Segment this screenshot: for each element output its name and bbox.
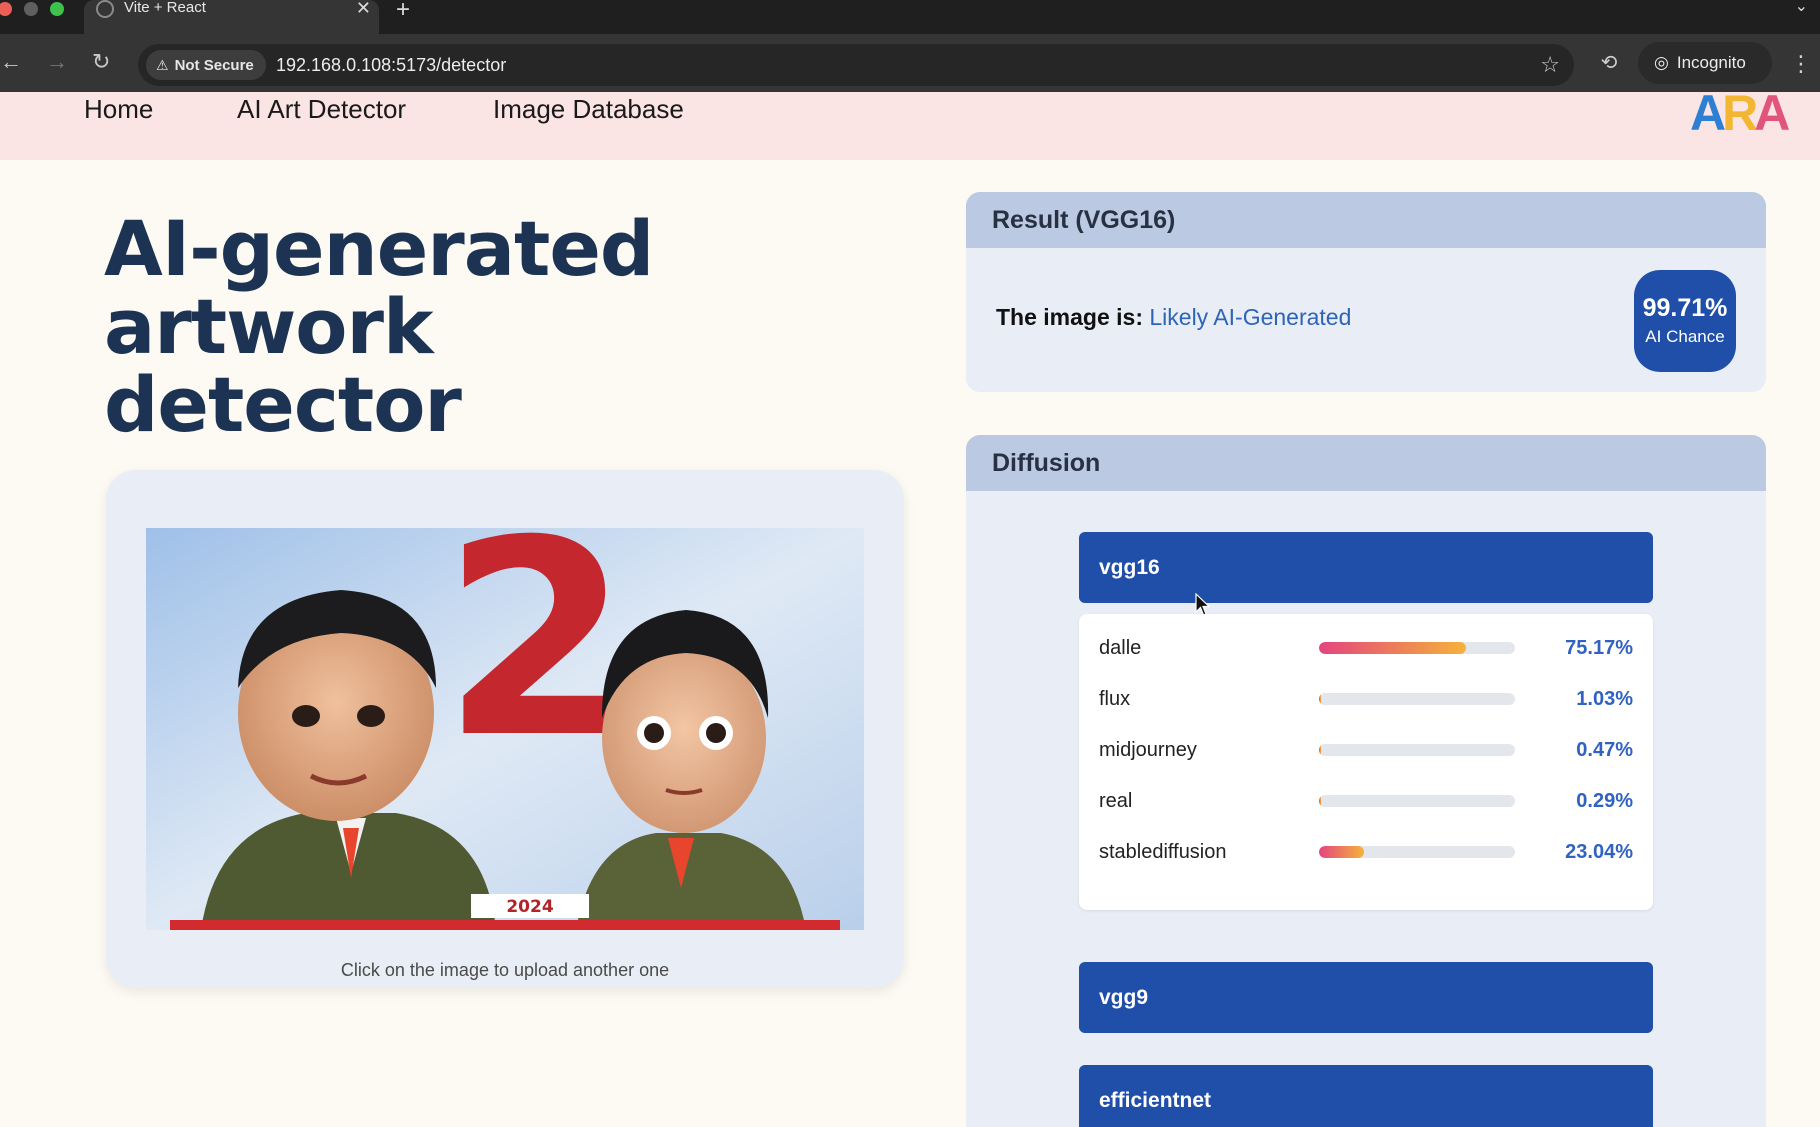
model-button-vgg9[interactable]: vgg9 — [1079, 962, 1653, 1033]
verdict-label: The image is: — [996, 304, 1143, 330]
security-chip[interactable]: ⚠ Not Secure — [146, 50, 266, 80]
ai-chance-value: 99.71% — [1642, 294, 1728, 322]
probability-label: midjourney — [1099, 739, 1197, 761]
result-card: Result (VGG16) The image is: Likely AI-G… — [966, 192, 1766, 392]
artwork-year: 2024 — [506, 897, 553, 917]
url-text[interactable]: 192.168.0.108:5173/detector — [276, 44, 506, 86]
page-title-line-2: detector — [104, 360, 462, 449]
probability-list: dalle 75.17% flux 1.03% midjourney 0.47% real 0… — [1079, 614, 1653, 910]
page-title: AI-generated artwork detector — [104, 210, 934, 444]
right-eye — [644, 723, 664, 743]
tab-close-icon[interactable]: ✕ — [356, 0, 371, 19]
window-maximize-dot[interactable] — [50, 2, 64, 16]
back-arrow-icon[interactable]: ← — [0, 48, 22, 76]
bookmark-star-icon[interactable]: ☆ — [1540, 44, 1560, 86]
probability-value: 0.29% — [1576, 790, 1633, 812]
artwork-number: 2 — [442, 528, 630, 797]
mouse-cursor-icon — [1195, 593, 1211, 616]
probability-bar-track — [1319, 744, 1515, 756]
verdict-value: Likely AI-Generated — [1149, 304, 1352, 330]
warning-icon: ⚠ — [156, 57, 169, 73]
window-minimize-dot[interactable] — [24, 2, 38, 16]
artwork-red-band — [170, 920, 840, 930]
result-header: Result (VGG16) — [966, 192, 1766, 248]
browser-tab-bar: Vite + React ✕ + ⌄ — [0, 0, 1820, 34]
probability-value: 0.47% — [1576, 739, 1633, 761]
app-nav-bar: Home AI Art Detector Image Database ARA — [0, 88, 1820, 160]
diffusion-card: Diffusion vgg16 dalle 75.17% flux 1.03% midj… — [966, 435, 1766, 1127]
probability-value: 75.17% — [1565, 637, 1633, 659]
reload-icon[interactable]: ↻ — [92, 48, 110, 76]
probability-row-stablediffusion: stablediffusion 23.04% — [1079, 832, 1653, 872]
right-eye-2 — [706, 723, 726, 743]
probability-bar-fill — [1319, 693, 1322, 705]
globe-icon — [96, 0, 114, 18]
probability-label: dalle — [1099, 637, 1142, 659]
probability-bar-track — [1319, 795, 1515, 807]
ai-chance-badge: 99.71% AI Chance — [1634, 270, 1736, 372]
logo-letter-a2: A — [1754, 85, 1790, 141]
browser-tab[interactable]: Vite + React ✕ — [84, 0, 379, 34]
incognito-icon: ◎ — [1654, 53, 1669, 72]
probability-bar-fill — [1319, 744, 1321, 756]
logo-letter-r: R — [1722, 85, 1758, 141]
verdict: The image is: Likely AI-Generated — [996, 304, 1351, 331]
logo-letter-a: A — [1690, 85, 1726, 141]
probability-bar-fill — [1319, 795, 1321, 807]
tab-search-chevron-icon[interactable]: ⌄ — [1795, 0, 1808, 16]
probability-row-real: real 0.29% — [1079, 781, 1653, 821]
probability-row-flux: flux 1.03% — [1079, 679, 1653, 719]
left-eye — [292, 705, 320, 727]
left-eye-2 — [357, 705, 385, 727]
browser-menu-icon[interactable]: ⋮ — [1790, 44, 1812, 84]
probability-bar-track — [1319, 693, 1515, 705]
probability-bar-track — [1319, 846, 1515, 858]
uploaded-artwork-image[interactable]: 2 2024 — [146, 528, 864, 930]
window-close-dot[interactable] — [0, 2, 12, 16]
upload-hint: Click on the image to upload another one — [340, 960, 670, 980]
forward-arrow-icon[interactable]: → — [46, 48, 68, 76]
probability-bar-track — [1319, 642, 1515, 654]
security-label: Not Secure — [174, 57, 254, 74]
probability-value: 1.03% — [1576, 688, 1633, 710]
upload-card: 2 2024 Click on the image to upload anot… — [106, 470, 904, 988]
browser-toolbar: ← → ↻ ⚠ Not Secure 192.168.0.108:5173/det… — [0, 34, 1820, 92]
new-tab-button[interactable]: + — [396, 0, 410, 24]
incognito-profile-button[interactable]: ◎ Incognito — [1638, 42, 1772, 84]
ai-chance-label: AI Chance — [1645, 327, 1725, 346]
probability-bar-fill — [1319, 846, 1365, 858]
incognito-label: Incognito — [1676, 53, 1746, 72]
nav-link-ai-art-detector[interactable]: AI Art Detector — [237, 92, 406, 126]
probability-label: real — [1099, 790, 1133, 812]
probability-value: 23.04% — [1565, 841, 1633, 863]
nav-link-image-database[interactable]: Image Database — [493, 92, 684, 126]
model-button-efficientnet[interactable]: efficientnet — [1079, 1065, 1653, 1127]
diffusion-header: Diffusion — [966, 435, 1766, 491]
probability-bar-fill — [1319, 642, 1467, 654]
ara-logo[interactable]: ARA — [1690, 85, 1790, 141]
probability-label: flux — [1099, 688, 1131, 710]
tab-title: Vite + React — [124, 0, 206, 16]
model-button-vgg16[interactable]: vgg16 — [1079, 532, 1653, 603]
nav-link-home[interactable]: Home — [84, 92, 153, 126]
address-bar[interactable]: ⚠ Not Secure 192.168.0.108:5173/detector … — [138, 44, 1574, 86]
probability-row-dalle: dalle 75.17% — [1079, 628, 1653, 668]
extension-icon[interactable]: ⟲ — [1594, 48, 1624, 78]
probability-row-midjourney: midjourney 0.47% — [1079, 730, 1653, 770]
probability-label: stablediffusion — [1099, 841, 1227, 863]
page-title-line-1: AI-generated artwork — [104, 204, 654, 371]
